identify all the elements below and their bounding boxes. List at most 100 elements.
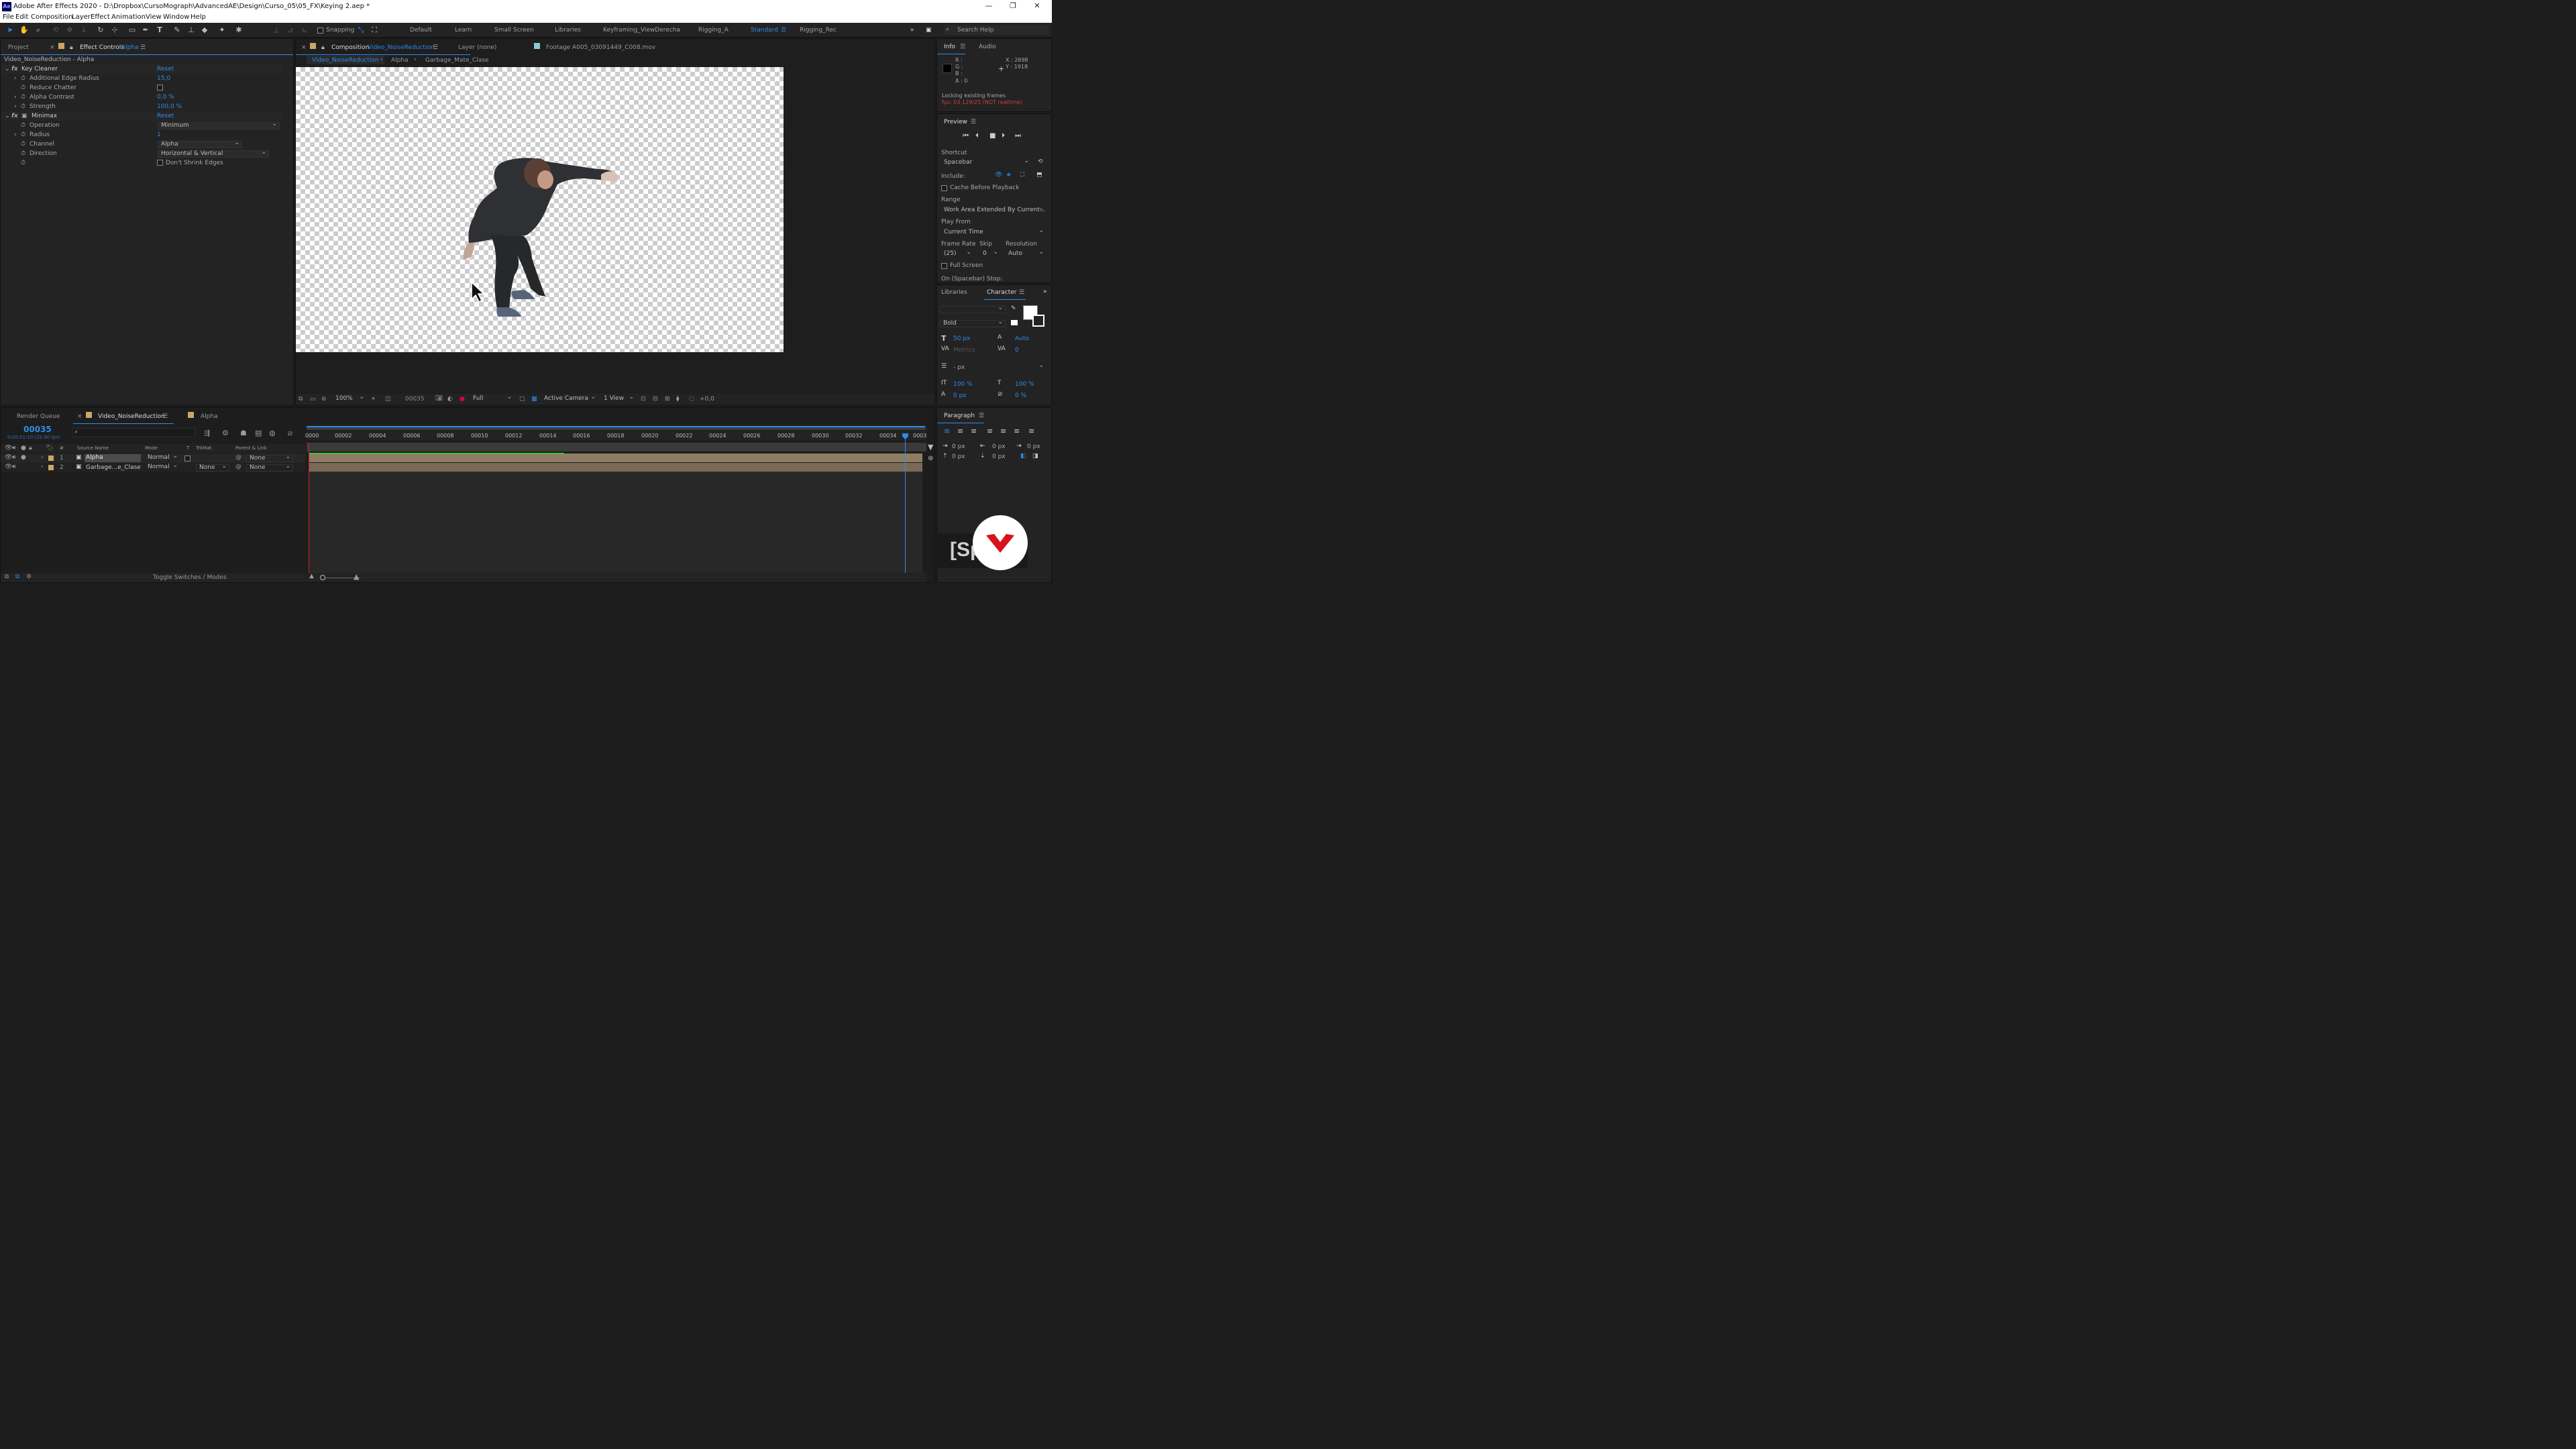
workspace-menu-icon[interactable]: ☰	[781, 27, 786, 34]
layer-parent-dropdown[interactable]: None	[246, 454, 293, 462]
tab-timeline-alpha[interactable]: Alpha	[201, 413, 218, 420]
exposure-value[interactable]: +0,0	[700, 396, 714, 402]
lock-icon[interactable]: 🔒︎	[321, 44, 325, 51]
breadcrumb-garbage[interactable]: Garbage_Mate_Clase	[425, 57, 489, 64]
vertical-scale-value[interactable]: 100 %	[953, 381, 973, 388]
fit-icon[interactable]: ⌖	[372, 396, 375, 402]
tab-timeline-comp[interactable]: Video_NoiseReduction	[98, 413, 165, 420]
panel-menu-icon[interactable]: ☰	[971, 119, 976, 125]
minimax-row[interactable]: ⌄ fx ▣ Minimax Reset	[1, 111, 282, 121]
baseline-value[interactable]: 0 px	[953, 392, 967, 399]
layer-bar-garbage[interactable]	[309, 463, 922, 472]
hand-tool-icon[interactable]: ✋	[19, 25, 29, 35]
roto-tool-icon[interactable]: ✦	[217, 25, 227, 35]
minimize-icon[interactable]: —	[977, 1, 1001, 12]
camera-dropdown[interactable]: Active Camera	[541, 394, 598, 403]
shy-icon[interactable]: ☗	[240, 429, 247, 437]
tab-layer[interactable]: Layer (none)	[458, 44, 496, 51]
region-of-interest-icon[interactable]: ▢	[519, 396, 525, 402]
stopwatch-icon[interactable]: ⏱	[21, 141, 25, 148]
align-left-icon[interactable]: ≡	[944, 427, 950, 435]
layer-visibility-icon[interactable]: 👁︎	[5, 454, 12, 461]
align-right-icon[interactable]: ≡	[971, 427, 977, 435]
menu-view[interactable]: View	[146, 13, 162, 21]
transparency-grid-icon[interactable]: ◫	[385, 396, 391, 402]
view-axis-icon[interactable]: ⊾	[300, 25, 309, 35]
font-size-value[interactable]: 50 px	[953, 335, 970, 342]
layer-audio-icon[interactable]: 🔊︎	[12, 464, 16, 470]
snap-features-icon[interactable]: ⛶	[370, 25, 379, 35]
tab-preview[interactable]: Preview	[944, 119, 967, 125]
menu-animation[interactable]: Animation	[111, 13, 146, 21]
monitor-icon[interactable]: ▭	[310, 396, 316, 402]
work-area-range[interactable]	[307, 426, 925, 430]
include-overlays-icon[interactable]: ⛶	[1020, 172, 1024, 178]
layer-switches-icon[interactable]: ⧉	[5, 574, 9, 580]
more-panels-icon[interactable]: »	[1043, 288, 1047, 295]
stopwatch-icon[interactable]: ⏱	[21, 75, 25, 82]
justify-center-icon[interactable]: ≡	[1000, 427, 1006, 435]
panel-menu-icon[interactable]: ☰	[979, 413, 984, 419]
panel-menu-icon[interactable]: ☰	[140, 44, 146, 51]
tab-effect-controls[interactable]: Effect Controls	[80, 44, 124, 51]
work-area-bar[interactable]	[307, 426, 926, 430]
dont-shrink-checkbox[interactable]	[157, 160, 163, 166]
tab-composition[interactable]: Composition	[331, 44, 369, 51]
comp-mini-flowchart-icon[interactable]: ⇶	[204, 429, 210, 437]
layer-row[interactable]: 👁︎ 🔊︎ ● › 1 ▣ Alpha Normal @ None	[1, 453, 306, 463]
menu-file[interactable]: File	[3, 13, 14, 21]
channels-icon[interactable]: ●	[460, 396, 465, 402]
transfer-controls-icon[interactable]: ⧉	[15, 574, 19, 580]
reduce-chatter-checkbox[interactable]	[157, 85, 163, 91]
radius-value[interactable]: 1	[157, 131, 161, 138]
stopwatch-icon[interactable]: ⏱	[21, 94, 25, 101]
stopwatch-icon[interactable]: ⏱	[21, 131, 25, 138]
snapping-checkbox[interactable]	[317, 28, 323, 34]
tab-paragraph[interactable]: Paragraph	[944, 413, 975, 419]
additional-edge-radius-value[interactable]: 15,0	[157, 75, 170, 82]
workspace-default[interactable]: Default	[410, 27, 432, 34]
font-family-dropdown[interactable]	[940, 305, 1006, 313]
workspace-libraries[interactable]: Libraries	[555, 27, 581, 34]
stopwatch-icon[interactable]: ⏱	[21, 150, 25, 157]
layer-row[interactable]: 👁︎ 🔊︎ › 2 ▣ Garbage...e_Clase Normal Non…	[1, 463, 306, 472]
panel-menu-icon[interactable]: ☰	[1019, 289, 1024, 296]
pan-tool-icon[interactable]: ✥	[65, 25, 74, 35]
playfrom-dropdown[interactable]: Current Time	[941, 228, 1046, 237]
maximize-icon[interactable]: ❐	[1001, 1, 1025, 12]
preserve-transparency-checkbox[interactable]	[184, 455, 191, 462]
tab-render-queue[interactable]: Render Queue	[17, 413, 60, 420]
zoom-in-icon[interactable]: ▲	[354, 572, 359, 581]
shortcut-dropdown[interactable]: Spacebar	[941, 158, 1031, 167]
rectangle-tool-icon[interactable]: ▭	[127, 25, 137, 35]
more-workspaces-icon[interactable]: »	[910, 27, 914, 34]
type-tool-icon[interactable]: T	[155, 25, 164, 35]
minimax-reset[interactable]: Reset	[157, 113, 174, 119]
breadcrumb-alpha[interactable]: Alpha	[391, 57, 409, 64]
comp-button-icon[interactable]: ⊛	[928, 455, 933, 462]
world-axis-icon[interactable]: ⊿	[286, 25, 295, 35]
workspace-learn[interactable]: Learn	[455, 27, 472, 34]
tab-footage[interactable]: Footage A005_03091449_C008.mov	[546, 44, 655, 51]
selection-tool-icon[interactable]: ➤	[5, 25, 15, 35]
close-tab-icon[interactable]: ×	[301, 44, 307, 51]
layer-name-garbage[interactable]: Garbage...e_Clase	[86, 464, 141, 471]
justify-left-icon[interactable]: ≡	[987, 427, 993, 435]
horizontal-scale-value[interactable]: 100 %	[1015, 381, 1034, 388]
indent-right-value[interactable]: 0 px	[992, 443, 1006, 450]
justify-right-icon[interactable]: ≡	[1014, 427, 1020, 435]
workspace-rigging-a[interactable]: Rigging_A	[698, 27, 729, 34]
layer-bar-alpha[interactable]	[309, 453, 922, 462]
expand-icon[interactable]: ›	[14, 131, 17, 138]
layer-expand-icon[interactable]: ›	[41, 454, 44, 461]
ltr-icon[interactable]: ◧	[1020, 453, 1026, 460]
channel-dropdown[interactable]: Alpha	[158, 140, 242, 148]
layer-trkmat-dropdown[interactable]: None	[196, 464, 229, 472]
align-center-icon[interactable]: ≡	[957, 427, 963, 435]
stopwatch-icon[interactable]: ⏱	[21, 103, 25, 110]
next-frame-icon[interactable]: ⏵	[1002, 132, 1005, 140]
framerate-dropdown[interactable]: (25)	[941, 250, 973, 258]
current-time-indicator[interactable]	[905, 433, 906, 582]
composition-viewer[interactable]	[296, 67, 784, 352]
pick-whip-icon[interactable]: @	[235, 464, 241, 470]
